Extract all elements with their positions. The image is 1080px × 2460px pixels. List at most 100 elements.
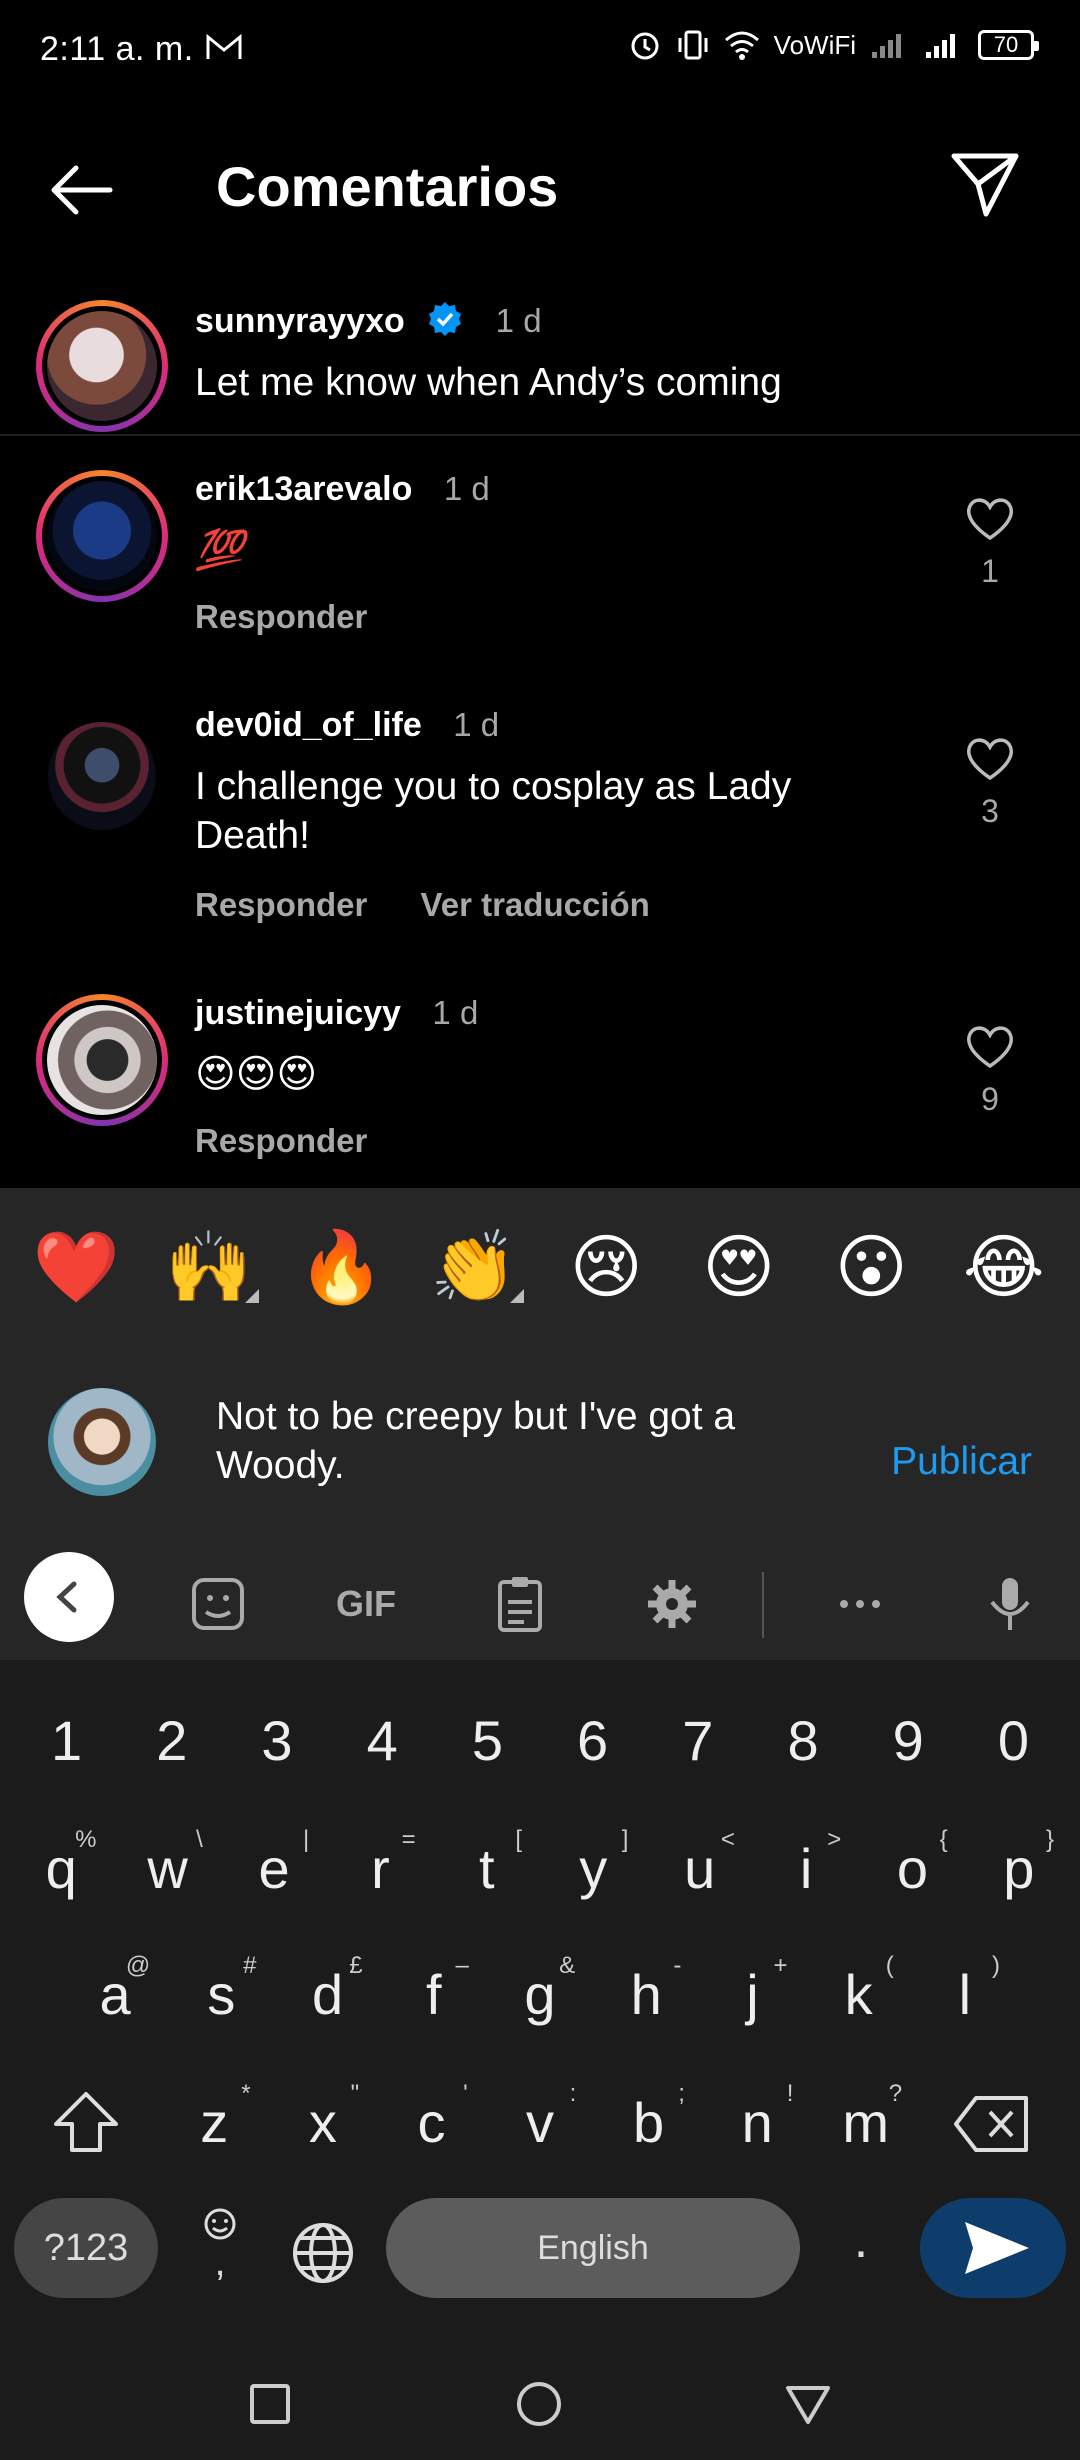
key-9[interactable]: 9 [856,1708,961,1773]
key-alt: ] [621,1826,629,1853]
key-r[interactable]: r = [327,1826,433,1901]
gear-icon[interactable] [640,1572,704,1636]
key-alt: " [350,2080,360,2107]
send-key[interactable] [920,2198,1066,2298]
period-key[interactable]: . [836,2210,886,2270]
avatar[interactable] [36,470,168,602]
back-arrow-icon[interactable] [46,160,116,220]
heart-icon[interactable] [964,736,1016,782]
emoji-clap[interactable]: 👏 [424,1226,524,1309]
key-f[interactable]: f – [381,1952,487,2027]
key-w[interactable]: w \ [114,1826,220,1901]
avatar[interactable] [48,722,156,830]
key-4[interactable]: 4 [330,1708,435,1773]
signal-icon [872,34,901,58]
key-a[interactable]: a @ [62,1952,168,2027]
key-v[interactable]: v: [486,2080,595,2155]
key-i[interactable]: i > [753,1826,859,1901]
backspace-icon[interactable] [952,2092,1032,2156]
signal-icon-2 [926,34,955,58]
see-translation-button[interactable]: Ver traducción [421,886,650,923]
key-alt: [ [515,1826,523,1853]
key-y[interactable]: y] [540,1826,646,1901]
home-icon[interactable] [515,2380,563,2428]
back-triangle-icon[interactable] [784,2382,832,2426]
key-j[interactable]: j + [699,1952,805,2027]
like-button[interactable]: 1 [940,496,1040,590]
heart-icon[interactable] [964,496,1016,542]
reply-button[interactable]: Responder [195,1122,367,1159]
key-t[interactable]: t[ [434,1826,540,1901]
shift-icon[interactable] [50,2088,122,2158]
key-x[interactable]: x " [269,2080,378,2155]
publish-button[interactable]: Publicar [891,1440,1032,1484]
space-bar[interactable]: English [386,2198,800,2298]
key-z[interactable]: z * [160,2080,269,2155]
key-alt: { [939,1826,948,1853]
key-o[interactable]: o{ [859,1826,965,1901]
sticker-icon[interactable] [186,1572,250,1636]
key-l[interactable]: l) [912,1952,1018,2027]
clipboard-icon[interactable] [488,1572,552,1636]
key-s[interactable]: s # [168,1952,274,2027]
key-2[interactable]: 2 [119,1708,224,1773]
key-d[interactable]: d £ [274,1952,380,2027]
key-n[interactable]: n! [703,2080,812,2155]
key-alt: @ [125,1952,151,1979]
avatar[interactable] [36,300,168,432]
key-label: t [479,1837,495,1900]
key-k[interactable]: k( [806,1952,912,2027]
key-m[interactable]: m? [811,2080,920,2155]
comment-username[interactable]: justinejuicyy [195,994,401,1032]
key-label: m [842,2091,890,2154]
emoji-heart[interactable]: ❤️ [26,1226,126,1309]
emoji-key[interactable]: , [192,2206,248,2296]
reply-button[interactable]: Responder [195,886,367,923]
wifi-icon [724,31,759,60]
emoji-cry[interactable]: 😢 [556,1226,656,1309]
key-b[interactable]: b; [594,2080,703,2155]
key-alt: ! [786,2080,794,2107]
recents-icon[interactable] [248,2382,292,2426]
emoji-raised-hands[interactable]: 🙌 [159,1226,259,1309]
collapse-toolbar-button[interactable] [24,1552,114,1642]
key-8[interactable]: 8 [750,1708,855,1773]
emoji-laugh[interactable]: 😂 [954,1226,1054,1309]
direct-send-icon[interactable] [950,150,1020,220]
heart-icon[interactable] [964,1024,1016,1070]
key-g[interactable]: g & [487,1952,593,2027]
comment-username[interactable]: erik13arevalo [195,470,412,508]
key-p[interactable]: p} [966,1826,1072,1901]
caption-comment: sunnyrayyxo 1 d Let me know when Andy’s … [0,300,1080,434]
key-q[interactable]: q% [8,1826,114,1901]
emoji-surprised[interactable]: 😮 [821,1226,921,1309]
comment-username[interactable]: sunnyrayyxo [195,302,405,340]
key-0[interactable]: 0 [961,1708,1066,1773]
key-3[interactable]: 3 [224,1708,329,1773]
like-count: 3 [981,793,999,829]
key-u[interactable]: u < [646,1826,752,1901]
gif-button[interactable]: GIF [334,1572,398,1636]
emoji-heart-eyes[interactable]: 😍 [689,1226,789,1309]
like-button[interactable]: 3 [940,736,1040,830]
key-e[interactable]: e | [221,1826,327,1901]
avatar[interactable] [36,994,168,1126]
comment-username[interactable]: dev0id_of_life [195,706,422,744]
key-5[interactable]: 5 [435,1708,540,1773]
key-7[interactable]: 7 [645,1708,750,1773]
key-1[interactable]: 1 [14,1708,119,1773]
send-arrow-icon [965,2222,1029,2274]
comment-item: dev0id_of_life 1 d I challenge you to co… [0,706,1080,946]
like-button[interactable]: 9 [940,1024,1040,1118]
symbols-key[interactable]: ?123 [14,2198,158,2298]
more-icon[interactable] [828,1572,892,1636]
key-label: l [958,1963,972,2026]
key-6[interactable]: 6 [540,1708,645,1773]
key-h[interactable]: h- [593,1952,699,2027]
globe-icon[interactable] [290,2220,356,2286]
key-c[interactable]: c ' [377,2080,486,2155]
microphone-icon[interactable] [978,1572,1042,1636]
reply-button[interactable]: Responder [195,598,367,635]
emoji-fire[interactable]: 🔥 [291,1226,391,1309]
comment-input[interactable]: Not to be creepy but I've got a Woody. [216,1392,816,1490]
